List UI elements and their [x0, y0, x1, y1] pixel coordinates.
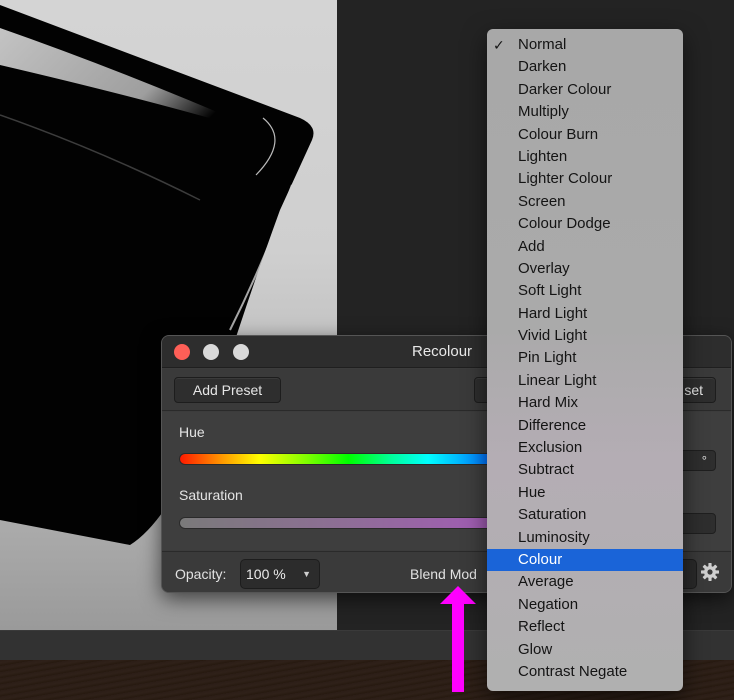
menu-item-saturation[interactable]: Saturation — [487, 504, 683, 526]
menu-item-label: Exclusion — [518, 439, 583, 457]
opacity-label: Opacity: — [175, 566, 227, 582]
menu-item-label: Hard Light — [518, 304, 588, 322]
menu-item-label: Saturation — [518, 506, 587, 524]
menu-item-darker-colour[interactable]: Darker Colour — [487, 79, 683, 101]
menu-item-hard-light[interactable]: Hard Light — [487, 303, 683, 325]
menu-item-colour-burn[interactable]: Colour Burn — [487, 124, 683, 146]
menu-item-label: Glow — [518, 640, 553, 658]
opacity-value: 100 % — [246, 566, 286, 582]
menu-item-label: Colour Dodge — [518, 215, 611, 233]
menu-item-label: Lighten — [518, 147, 568, 165]
menu-item-label: Difference — [518, 416, 587, 434]
menu-item-normal[interactable]: ✓ Normal — [487, 34, 683, 56]
menu-item-label: Hard Mix — [518, 394, 579, 412]
menu-item-screen[interactable]: Screen — [487, 191, 683, 213]
menu-item-label: Vivid Light — [518, 327, 587, 345]
menu-item-colour[interactable]: Colour — [487, 548, 683, 572]
menu-item-multiply[interactable]: Multiply — [487, 101, 683, 123]
menu-item-label: Luminosity — [518, 528, 590, 546]
menu-item-darken[interactable]: Darken — [487, 56, 683, 78]
menu-item-reflect[interactable]: Reflect — [487, 616, 683, 638]
menu-item-colour-dodge[interactable]: Colour Dodge — [487, 213, 683, 235]
menu-item-label: Lighter Colour — [518, 170, 613, 188]
menu-item-label: Reflect — [518, 618, 565, 636]
menu-item-label: Soft Light — [518, 282, 582, 300]
menu-item-lighten[interactable]: Lighten — [487, 146, 683, 168]
menu-item-soft-light[interactable]: Soft Light — [487, 280, 683, 302]
menu-item-label: Colour — [518, 550, 563, 568]
menu-item-average[interactable]: Average — [487, 571, 683, 593]
menu-item-label: Overlay — [518, 259, 570, 277]
close-button[interactable] — [174, 344, 190, 360]
menu-item-hue[interactable]: Hue — [487, 482, 683, 504]
menu-item-negation[interactable]: Negation — [487, 594, 683, 616]
menu-item-contrast-negate[interactable]: Contrast Negate — [487, 661, 683, 683]
menu-item-difference[interactable]: Difference — [487, 415, 683, 437]
menu-item-label: Multiply — [518, 103, 569, 121]
menu-item-overlay[interactable]: Overlay — [487, 258, 683, 280]
menu-item-label: Colour Burn — [518, 125, 599, 143]
menu-item-exclusion[interactable]: Exclusion — [487, 437, 683, 459]
menu-item-label: Average — [518, 573, 574, 591]
blend-mode-menu: ✓ Normal Darken Darker Colour Multiply Colour… — [487, 29, 683, 691]
menu-item-vivid-light[interactable]: Vivid Light — [487, 325, 683, 347]
add-preset-button[interactable]: Add Preset — [174, 377, 281, 403]
menu-item-label: Normal — [518, 36, 567, 53]
menu-item-label: Subtract — [518, 461, 574, 479]
minimize-button[interactable] — [203, 344, 219, 360]
annotation-arrow-icon — [440, 586, 476, 692]
menu-item-lighter-colour[interactable]: Lighter Colour — [487, 168, 683, 190]
menu-item-hard-mix[interactable]: Hard Mix — [487, 392, 683, 414]
menu-item-glow[interactable]: Glow — [487, 639, 683, 661]
menu-item-label: Hue — [518, 483, 546, 501]
menu-item-label: Add — [518, 237, 545, 255]
checkmark-icon: ✓ — [493, 37, 505, 53]
opacity-dropdown[interactable]: 100 % ▼ — [240, 559, 320, 589]
menu-item-label: Screen — [518, 192, 566, 210]
blend-mode-label: Blend Mod — [410, 566, 477, 582]
menu-item-linear-light[interactable]: Linear Light — [487, 370, 683, 392]
menu-item-pin-light[interactable]: Pin Light — [487, 347, 683, 369]
maximize-button[interactable] — [233, 344, 249, 360]
chevron-down-icon: ▼ — [302, 569, 311, 579]
hue-label: Hue — [179, 424, 205, 440]
menu-item-label: Linear Light — [518, 371, 597, 389]
menu-item-label: Negation — [518, 595, 579, 613]
menu-item-label: Darker Colour — [518, 80, 612, 98]
menu-item-label: Darken — [518, 58, 567, 76]
menu-item-label: Pin Light — [518, 349, 577, 367]
panel-title: Recolour — [412, 343, 473, 360]
menu-item-subtract[interactable]: Subtract — [487, 459, 683, 481]
menu-item-luminosity[interactable]: Luminosity — [487, 527, 683, 549]
menu-item-add[interactable]: Add — [487, 236, 683, 258]
gear-icon[interactable] — [700, 562, 720, 582]
saturation-label: Saturation — [179, 487, 243, 503]
menu-item-label: Contrast Negate — [518, 662, 628, 680]
